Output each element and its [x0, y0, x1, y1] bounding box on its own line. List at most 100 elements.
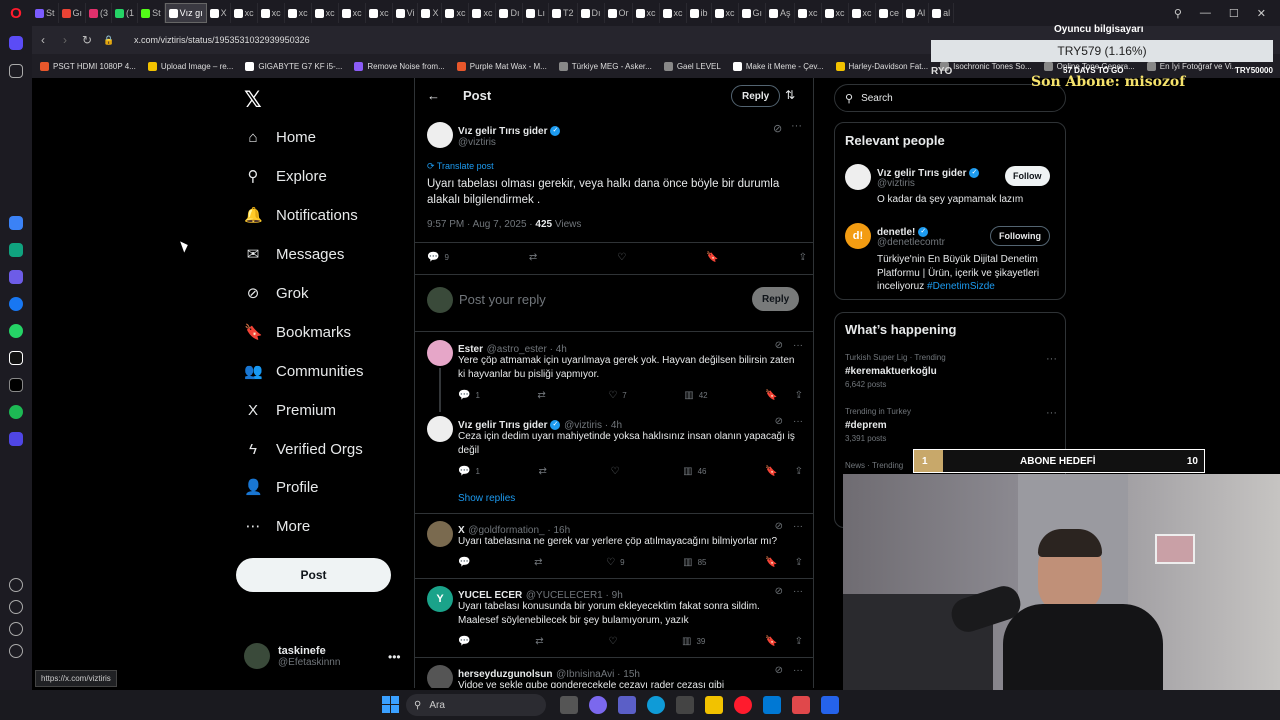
grok-icon[interactable]: ⊘ — [775, 340, 783, 351]
bookmark-item[interactable]: Isochronic Tones So... — [940, 61, 1032, 71]
taskbar-search[interactable]: ⚲ Ara — [406, 694, 546, 716]
chatgpt-sidebar-icon[interactable] — [9, 243, 23, 257]
maximize-icon[interactable]: ☐ — [1229, 7, 1239, 20]
browser-tab[interactable]: xc — [712, 3, 739, 23]
share-action[interactable]: ⇪ — [799, 252, 807, 263]
like-action[interactable]: ♡ 9 — [606, 557, 624, 568]
browser-tab[interactable]: (3 — [86, 3, 113, 23]
trend-more-icon[interactable]: ··· — [1046, 353, 1057, 365]
bookmark-item[interactable]: En İyi Fotoğraf ve Vi... — [1146, 61, 1238, 71]
browser-tab[interactable]: al — [929, 3, 955, 23]
browser-tab[interactable]: xc — [633, 3, 660, 23]
account-switcher[interactable]: taskinefe @Efetaskinnn — [244, 643, 340, 669]
grok-icon[interactable]: ⊘ — [775, 521, 783, 532]
reply-action[interactable]: 💬 1 — [458, 466, 480, 477]
store-icon[interactable] — [676, 696, 694, 714]
tips-sidebar-icon[interactable] — [9, 644, 23, 658]
post-button[interactable]: Post — [236, 558, 391, 592]
browser-tab[interactable]: Or — [605, 3, 633, 23]
show-replies-link[interactable]: Show replies — [458, 493, 515, 504]
account-more-icon[interactable]: ••• — [388, 650, 401, 664]
share-icon[interactable]: ⇪ — [795, 466, 803, 477]
opera-taskbar-icon[interactable] — [734, 696, 752, 714]
app2-sidebar-icon[interactable] — [9, 270, 23, 284]
like-action[interactable]: ♡ — [611, 466, 625, 477]
browser-tab[interactable]: xc — [849, 3, 876, 23]
browser-tab[interactable]: Dı — [578, 3, 605, 23]
person-handle[interactable]: @viztiris — [877, 178, 915, 189]
reply-action[interactable]: 💬 9 — [427, 252, 449, 263]
taskview-icon[interactable] — [560, 696, 578, 714]
browser-tab[interactable]: Al — [903, 3, 930, 23]
search-tabs-icon[interactable]: ⚲ — [1174, 7, 1182, 20]
reply-more-icon[interactable]: ··· — [793, 416, 803, 427]
translate-post-link[interactable]: ⟳ Translate post — [427, 161, 494, 172]
browser-tab[interactable]: ib — [687, 3, 712, 23]
l-app-icon[interactable] — [821, 696, 839, 714]
teams-icon[interactable] — [618, 696, 636, 714]
app-taskbar-icon[interactable] — [792, 696, 810, 714]
grok-icon[interactable]: ⊘ — [773, 122, 782, 135]
reply-action[interactable]: 💬 — [458, 557, 475, 568]
trend-item[interactable]: Trending in Turkey #deprem 3,391 posts ·… — [845, 407, 1057, 443]
whatsapp-sidebar-icon[interactable] — [9, 324, 23, 338]
reply-avatar[interactable] — [427, 521, 453, 547]
post-author-avatar[interactable] — [427, 122, 453, 148]
person-handle[interactable]: @denetlecomtr — [877, 237, 945, 248]
browser-tab[interactable]: Vi — [393, 3, 419, 23]
site-info-icon[interactable]: 🔒 — [98, 35, 120, 46]
tiktok-sidebar-icon[interactable] — [9, 351, 23, 365]
browser-tab[interactable]: Lı — [523, 3, 549, 23]
url-text[interactable]: x.com/viztiris/status/195353103293995032… — [134, 35, 310, 45]
browser-tab[interactable]: xc — [231, 3, 258, 23]
messenger-sidebar-icon[interactable] — [9, 297, 23, 311]
bookmark-item[interactable]: Upload Image – re... — [147, 61, 233, 71]
x-sidebar-icon[interactable] — [9, 378, 23, 392]
retweet-action[interactable]: ⇄ — [537, 390, 550, 401]
share-icon[interactable]: ⇪ — [795, 557, 803, 568]
share-icon[interactable]: ⇪ — [795, 636, 803, 647]
retweet-action[interactable]: ⇄ — [535, 636, 548, 647]
follow-button[interactable]: Follow — [1005, 166, 1050, 186]
reply-action[interactable]: 💬 — [458, 636, 475, 647]
nav-item-communities[interactable]: 👥 Communities — [244, 359, 364, 383]
star-sidebar-icon[interactable] — [9, 64, 23, 78]
trend-item[interactable]: Turkish Super Lig · Trending #keremaktue… — [845, 353, 1057, 389]
back-nav-icon[interactable]: ‹ — [32, 33, 54, 47]
reply-avatar[interactable]: Y — [427, 586, 453, 612]
bookmark-item[interactable]: PSGT HDMI 1080P 4... — [40, 61, 136, 71]
browser-tab[interactable]: xc — [258, 3, 285, 23]
browser-tab[interactable]: Gı — [739, 3, 767, 23]
views-action[interactable]: ▥ 85 — [683, 557, 706, 568]
like-action[interactable]: ♡ 7 — [608, 390, 626, 401]
browser-tab[interactable]: xc — [339, 3, 366, 23]
bookmark-item[interactable]: Make it Meme - Çev... — [732, 61, 824, 71]
reply-avatar[interactable] — [427, 416, 453, 442]
history-sidebar-icon[interactable] — [9, 600, 23, 614]
browser-tab[interactable]: xc — [442, 3, 470, 23]
nav-item-notifications[interactable]: 🔔 Notifications — [244, 203, 358, 227]
player-sidebar-icon[interactable] — [9, 432, 23, 446]
app-sidebar-icon[interactable] — [9, 216, 23, 230]
nav-item-explore[interactable]: ⚲ Explore — [244, 164, 327, 188]
home-sidebar-icon[interactable] — [9, 36, 23, 50]
browser-tab[interactable]: Dı — [496, 3, 524, 23]
minimize-icon[interactable]: — — [1200, 7, 1211, 20]
post-author-name[interactable]: Vız gelir Tırıs gider — [458, 126, 547, 137]
browser-tab[interactable]: St — [32, 3, 59, 23]
bookmark-item[interactable]: Harley-Davidson Fat... — [835, 61, 928, 71]
grok-icon[interactable]: ⊘ — [775, 416, 783, 427]
bookmark-item[interactable]: Türkiye MEG - Asker... — [558, 61, 652, 71]
windows-start-icon[interactable] — [382, 696, 399, 713]
nav-item-home[interactable]: ⌂ Home — [244, 125, 316, 149]
retweet-action[interactable]: ⇄ — [534, 557, 547, 568]
opera-logo-icon[interactable]: O — [0, 0, 32, 26]
reply-submit-button[interactable]: Reply — [752, 287, 800, 311]
reply-filter-button[interactable]: Reply — [731, 85, 781, 107]
views-action[interactable]: ▥ 42 — [684, 390, 707, 401]
reply-avatar[interactable] — [427, 340, 453, 366]
post-more-icon[interactable]: ··· — [791, 120, 802, 132]
browser-tab[interactable]: xc — [285, 3, 312, 23]
back-arrow-icon[interactable]: ← — [427, 88, 440, 103]
nav-item-messages[interactable]: ✉ Messages — [244, 242, 345, 266]
